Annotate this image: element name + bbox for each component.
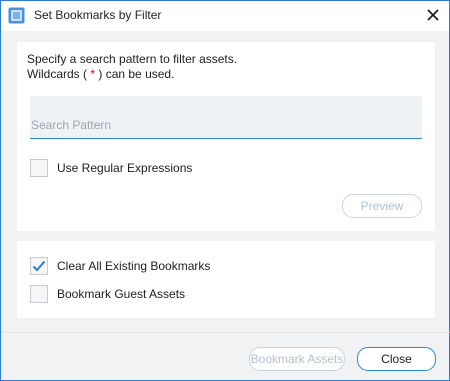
description-line-1: Specify a search pattern to filter asset… — [27, 52, 238, 66]
close-icon[interactable] — [421, 4, 445, 26]
regex-label: Use Regular Expressions — [57, 161, 193, 175]
wildcard-prefix: Wildcards ( — [27, 67, 88, 81]
guest-assets-checkbox[interactable] — [30, 285, 48, 303]
guest-assets-label: Bookmark Guest Assets — [57, 287, 186, 301]
clear-bookmarks-label: Clear All Existing Bookmarks — [57, 259, 211, 273]
dialog-title: Set Bookmarks by Filter — [34, 8, 162, 22]
search-pattern-field[interactable] — [30, 96, 422, 139]
app-icon — [8, 7, 25, 24]
preview-button[interactable]: Preview — [342, 194, 422, 218]
clear-bookmarks-option[interactable]: Clear All Existing Bookmarks — [30, 257, 210, 275]
description-line-2: Wildcards ( * ) can be used. — [27, 67, 237, 82]
close-button[interactable]: Close — [357, 347, 436, 371]
wildcard-suffix: ) can be used. — [98, 67, 175, 81]
title-bar: Set Bookmarks by Filter — [1, 1, 449, 31]
footer-divider — [2, 332, 450, 333]
regex-option[interactable]: Use Regular Expressions — [30, 159, 192, 177]
filter-description: Specify a search pattern to filter asset… — [27, 52, 237, 82]
bookmark-assets-button[interactable]: Bookmark Assets — [249, 347, 345, 371]
filter-panel: Specify a search pattern to filter asset… — [17, 42, 435, 231]
dialog-window: Set Bookmarks by Filter Specify a search… — [0, 0, 450, 381]
options-panel: Clear All Existing Bookmarks Bookmark Gu… — [17, 241, 435, 318]
regex-checkbox[interactable] — [30, 159, 48, 177]
guest-assets-option[interactable]: Bookmark Guest Assets — [30, 285, 185, 303]
clear-bookmarks-checkbox[interactable] — [30, 257, 48, 275]
checkmark-icon — [32, 260, 46, 272]
wildcard-symbol: * — [90, 67, 96, 81]
search-pattern-input[interactable] — [30, 114, 422, 136]
